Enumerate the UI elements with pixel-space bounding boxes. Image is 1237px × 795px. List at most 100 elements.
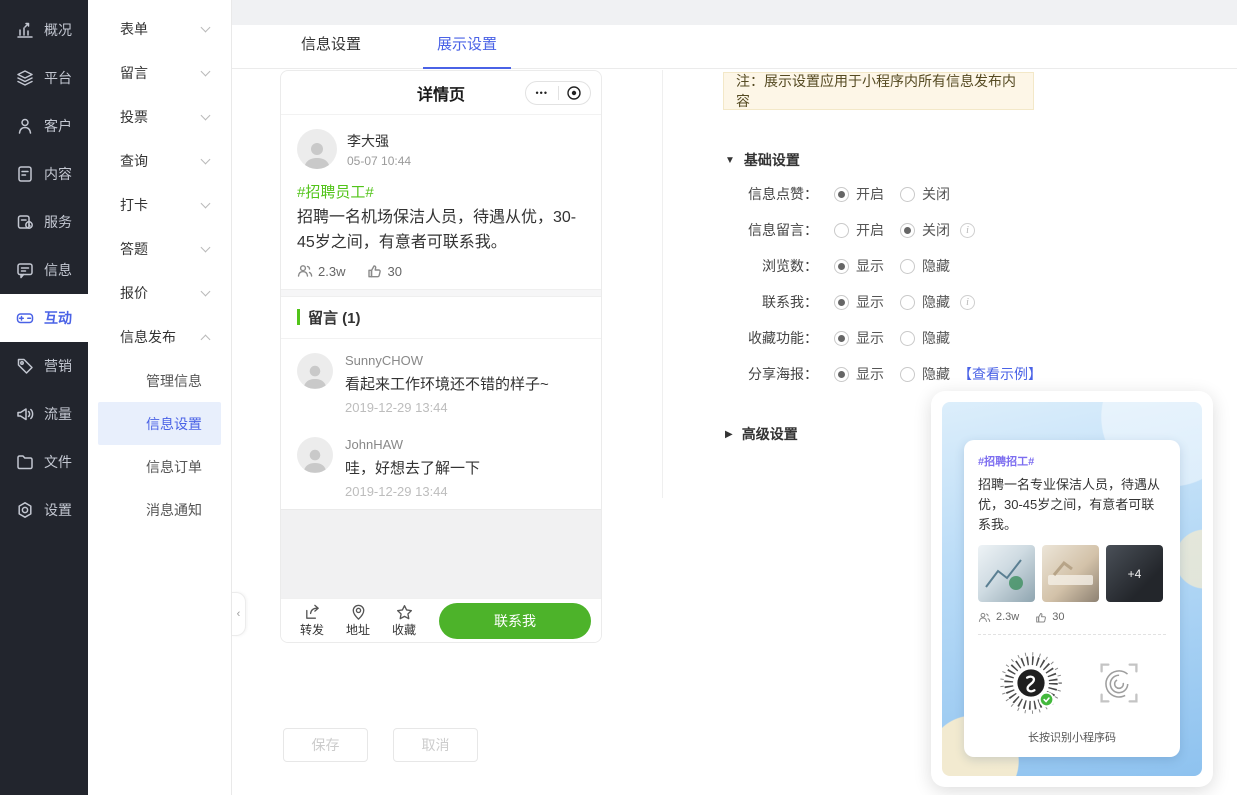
favorite-action[interactable]: 收藏 <box>383 603 425 638</box>
view-example-link[interactable]: 【查看示例】 <box>958 364 1042 384</box>
post-hashtag[interactable]: #招聘员工# <box>297 181 585 202</box>
radio-label: 隐藏 <box>922 330 950 346</box>
sidebar-item-settings[interactable]: 设置 <box>0 486 88 534</box>
save-button[interactable]: 保存 <box>283 728 368 762</box>
info-icon[interactable]: i <box>960 294 975 310</box>
sidebar-item-marketing[interactable]: 营销 <box>0 342 88 390</box>
sidebar-collapse-handle[interactable]: ‹ <box>232 592 246 636</box>
radio-option[interactable]: 关闭 <box>900 184 950 204</box>
menu-item-form[interactable]: 表单 <box>88 7 231 51</box>
menu-item-vote[interactable]: 投票 <box>88 95 231 139</box>
cancel-button[interactable]: 取消 <box>393 728 478 762</box>
radio-option[interactable]: 开启 <box>834 184 884 204</box>
radio-option[interactable]: 隐藏 <box>900 256 950 276</box>
sidebar-item-content[interactable]: 内容 <box>0 150 88 198</box>
tab-info-settings[interactable]: 信息设置 <box>287 25 375 69</box>
sidebar-item-label: 服务 <box>44 214 72 230</box>
sidebar-item-customers[interactable]: 客户 <box>0 102 88 150</box>
comment-author: JohnHAW <box>345 436 404 452</box>
action-label: 收藏 <box>391 623 416 637</box>
comment-item: JohnHAW 哇，好想去了解一下 2019-12-29 13:44 <box>297 425 585 509</box>
radio-label: 开启 <box>856 222 884 238</box>
setting-label: 分享海报： <box>748 366 818 382</box>
radio-selected[interactable] <box>834 186 849 202</box>
sidebar-item-interaction[interactable]: 互动 <box>0 294 88 342</box>
settings-rows: 信息点赞： 开启 关闭 信息留言： 开启 关闭 i 浏览数： 显示 隐藏 联系我… <box>723 176 1042 392</box>
tab-display-settings[interactable]: 展示设置 <box>423 25 512 69</box>
sidebar-item-label: 概况 <box>44 22 72 38</box>
info-icon[interactable]: i <box>960 222 975 238</box>
submenu-item-notifications[interactable]: 消息通知 <box>98 488 221 531</box>
sidebar-item-files[interactable]: 文件 <box>0 438 88 486</box>
section-title: 高级设置 <box>741 426 798 442</box>
advanced-settings-header[interactable]: ▶ 高级设置 <box>725 424 798 444</box>
sidebar-item-platform[interactable]: 平台 <box>0 54 88 102</box>
miniprogram-qr-code <box>997 649 1065 720</box>
sidebar-item-services[interactable]: 服务 <box>0 198 88 246</box>
radio-unselected[interactable] <box>900 294 915 310</box>
section-title: 基础设置 <box>743 152 800 168</box>
basic-settings-header[interactable]: ▼ 基础设置 <box>725 150 800 170</box>
radio-label: 关闭 <box>922 222 950 238</box>
radio-option[interactable]: 隐藏 <box>900 364 950 384</box>
close-target-icon[interactable] <box>559 85 591 101</box>
menu-item-checkin[interactable]: 打卡 <box>88 183 231 227</box>
form-actions: 保存 取消 <box>283 728 478 762</box>
chevron-down-icon <box>200 154 211 164</box>
radio-option[interactable]: 隐藏 <box>900 292 950 312</box>
setting-row-contact: 联系我： 显示 隐藏 i <box>723 284 1042 320</box>
comments-header: 留言 (1) <box>281 297 601 339</box>
sidebar-item-messages[interactable]: 信息 <box>0 246 88 294</box>
menu-item-quiz[interactable]: 答题 <box>88 227 231 271</box>
radio-unselected[interactable] <box>900 366 915 382</box>
location-icon <box>352 604 364 620</box>
setting-label: 信息留言： <box>748 222 818 238</box>
submenu-item-label: 管理信息 <box>146 372 202 389</box>
radio-selected[interactable] <box>834 294 849 310</box>
comment-time: 2019-12-29 13:44 <box>345 399 448 415</box>
radio-option[interactable]: 关闭 <box>900 220 950 240</box>
chevron-down-icon <box>200 198 211 208</box>
radio-option[interactable]: 隐藏 <box>900 328 950 348</box>
radio-option[interactable]: 显示 <box>834 292 884 312</box>
setting-label: 信息点赞： <box>748 186 818 202</box>
menu-item-query[interactable]: 查询 <box>88 139 231 183</box>
menu-item-comment[interactable]: 留言 <box>88 51 231 95</box>
menu-item-quote[interactable]: 报价 <box>88 271 231 315</box>
poster-image-more: +4 <box>1106 545 1163 603</box>
radio-option[interactable]: 显示 <box>834 256 884 276</box>
radio-unselected[interactable] <box>900 330 915 346</box>
submenu-item-info-orders[interactable]: 信息订单 <box>98 445 221 488</box>
radio-option[interactable]: 显示 <box>834 364 884 384</box>
sidebar-item-overview[interactable]: 概况 <box>0 6 88 54</box>
more-dots-icon[interactable]: ••• <box>526 88 558 98</box>
submenu-item-info-settings[interactable]: 信息设置 <box>98 402 221 445</box>
menu-item-info-publish[interactable]: 信息发布 <box>88 315 231 359</box>
sidebar-item-traffic[interactable]: 流量 <box>0 390 88 438</box>
radio-selected[interactable] <box>834 366 849 382</box>
radio-unselected[interactable] <box>900 186 915 202</box>
share-poster-popup: #招聘招工# 招聘一名专业保洁人员，待遇从优，30-45岁之间，有意者可联系我。… <box>931 391 1213 787</box>
viewers-icon <box>978 612 991 622</box>
radio-unselected[interactable] <box>900 258 915 274</box>
address-action[interactable]: 地址 <box>337 603 379 638</box>
caret-right-icon: ▶ <box>725 428 733 440</box>
radio-option[interactable]: 显示 <box>834 328 884 348</box>
sidebar-item-label: 流量 <box>44 406 72 422</box>
setting-row-views: 浏览数： 显示 隐藏 <box>723 248 1042 284</box>
more-images-badge: +4 <box>1127 566 1142 581</box>
preview-page-title: 详情页 <box>416 86 465 104</box>
top-strip <box>232 0 1237 25</box>
radio-selected[interactable] <box>834 330 849 346</box>
contact-me-button[interactable]: 联系我 <box>439 602 591 639</box>
radio-selected[interactable] <box>900 222 915 238</box>
radio-option[interactable]: 开启 <box>834 220 884 240</box>
avatar <box>297 352 333 389</box>
thumb-up-icon <box>1036 612 1047 623</box>
radio-selected[interactable] <box>834 258 849 274</box>
forward-action[interactable]: 转发 <box>291 603 333 638</box>
radio-unselected[interactable] <box>834 222 849 238</box>
submenu-item-manage-info[interactable]: 管理信息 <box>98 359 221 402</box>
action-label: 地址 <box>345 623 370 637</box>
marketing-icon <box>15 356 35 376</box>
